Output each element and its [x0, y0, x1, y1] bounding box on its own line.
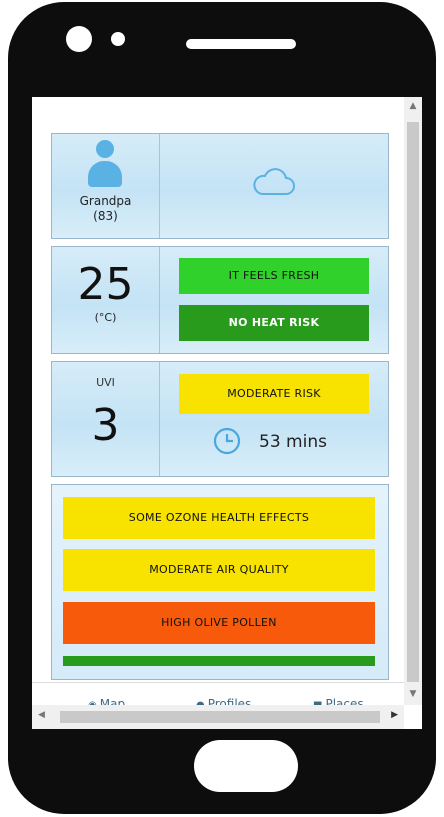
vertical-scrollbar[interactable]: ▲ ▼	[404, 97, 422, 705]
scroll-left-icon[interactable]: ◀	[38, 710, 45, 720]
additional-alert-partial[interactable]	[63, 656, 375, 666]
horizontal-scroll-thumb[interactable]	[60, 711, 380, 723]
uvi-label: UVI	[96, 376, 115, 389]
profile-card: Grandpa (83)	[51, 133, 389, 239]
vertical-scroll-thumb[interactable]	[407, 122, 419, 682]
bottom-nav: ◉Map ●Profiles ■Places	[32, 682, 404, 711]
profile-age: (83)	[93, 209, 118, 223]
air-quality-alert[interactable]: MODERATE AIR QUALITY	[63, 549, 375, 591]
person-icon[interactable]	[88, 140, 122, 188]
temperature-unit: (°C)	[94, 311, 117, 324]
home-button[interactable]	[194, 740, 298, 792]
pollen-alert[interactable]: HIGH OLIVE POLLEN	[63, 602, 375, 644]
sensor-icon	[111, 32, 125, 46]
temperature-value: 25	[77, 259, 134, 310]
profile-label: Grandpa (83)	[52, 194, 159, 224]
column-divider	[159, 134, 160, 238]
feels-fresh-badge[interactable]: IT FEELS FRESH	[179, 258, 369, 294]
camera-icon	[66, 26, 92, 52]
uv-risk-badge[interactable]: MODERATE RISK	[179, 374, 369, 414]
profile-name: Grandpa	[79, 194, 132, 208]
column-divider	[159, 247, 160, 353]
scroll-down-icon[interactable]: ▼	[404, 689, 422, 699]
heat-risk-badge[interactable]: NO HEAT RISK	[179, 305, 369, 341]
cloud-icon	[253, 168, 295, 195]
temperature-card: 25 (°C) IT FEELS FRESH NO HEAT RISK	[51, 246, 389, 354]
speaker-grille	[186, 39, 296, 49]
column-divider	[159, 362, 160, 476]
clock-icon	[213, 427, 241, 455]
safe-exposure-time: 53 mins	[259, 432, 327, 452]
scroll-right-icon[interactable]: ▶	[391, 710, 398, 720]
ozone-alert[interactable]: SOME OZONE HEALTH EFFECTS	[63, 497, 375, 539]
uvi-value: 3	[91, 400, 120, 451]
uv-card: UVI 3 MODERATE RISK 53 mins	[51, 361, 389, 477]
scroll-up-icon[interactable]: ▲	[404, 101, 422, 111]
alerts-card: SOME OZONE HEALTH EFFECTS MODERATE AIR Q…	[51, 484, 389, 680]
horizontal-scrollbar[interactable]: ◀ ▶	[32, 705, 404, 729]
